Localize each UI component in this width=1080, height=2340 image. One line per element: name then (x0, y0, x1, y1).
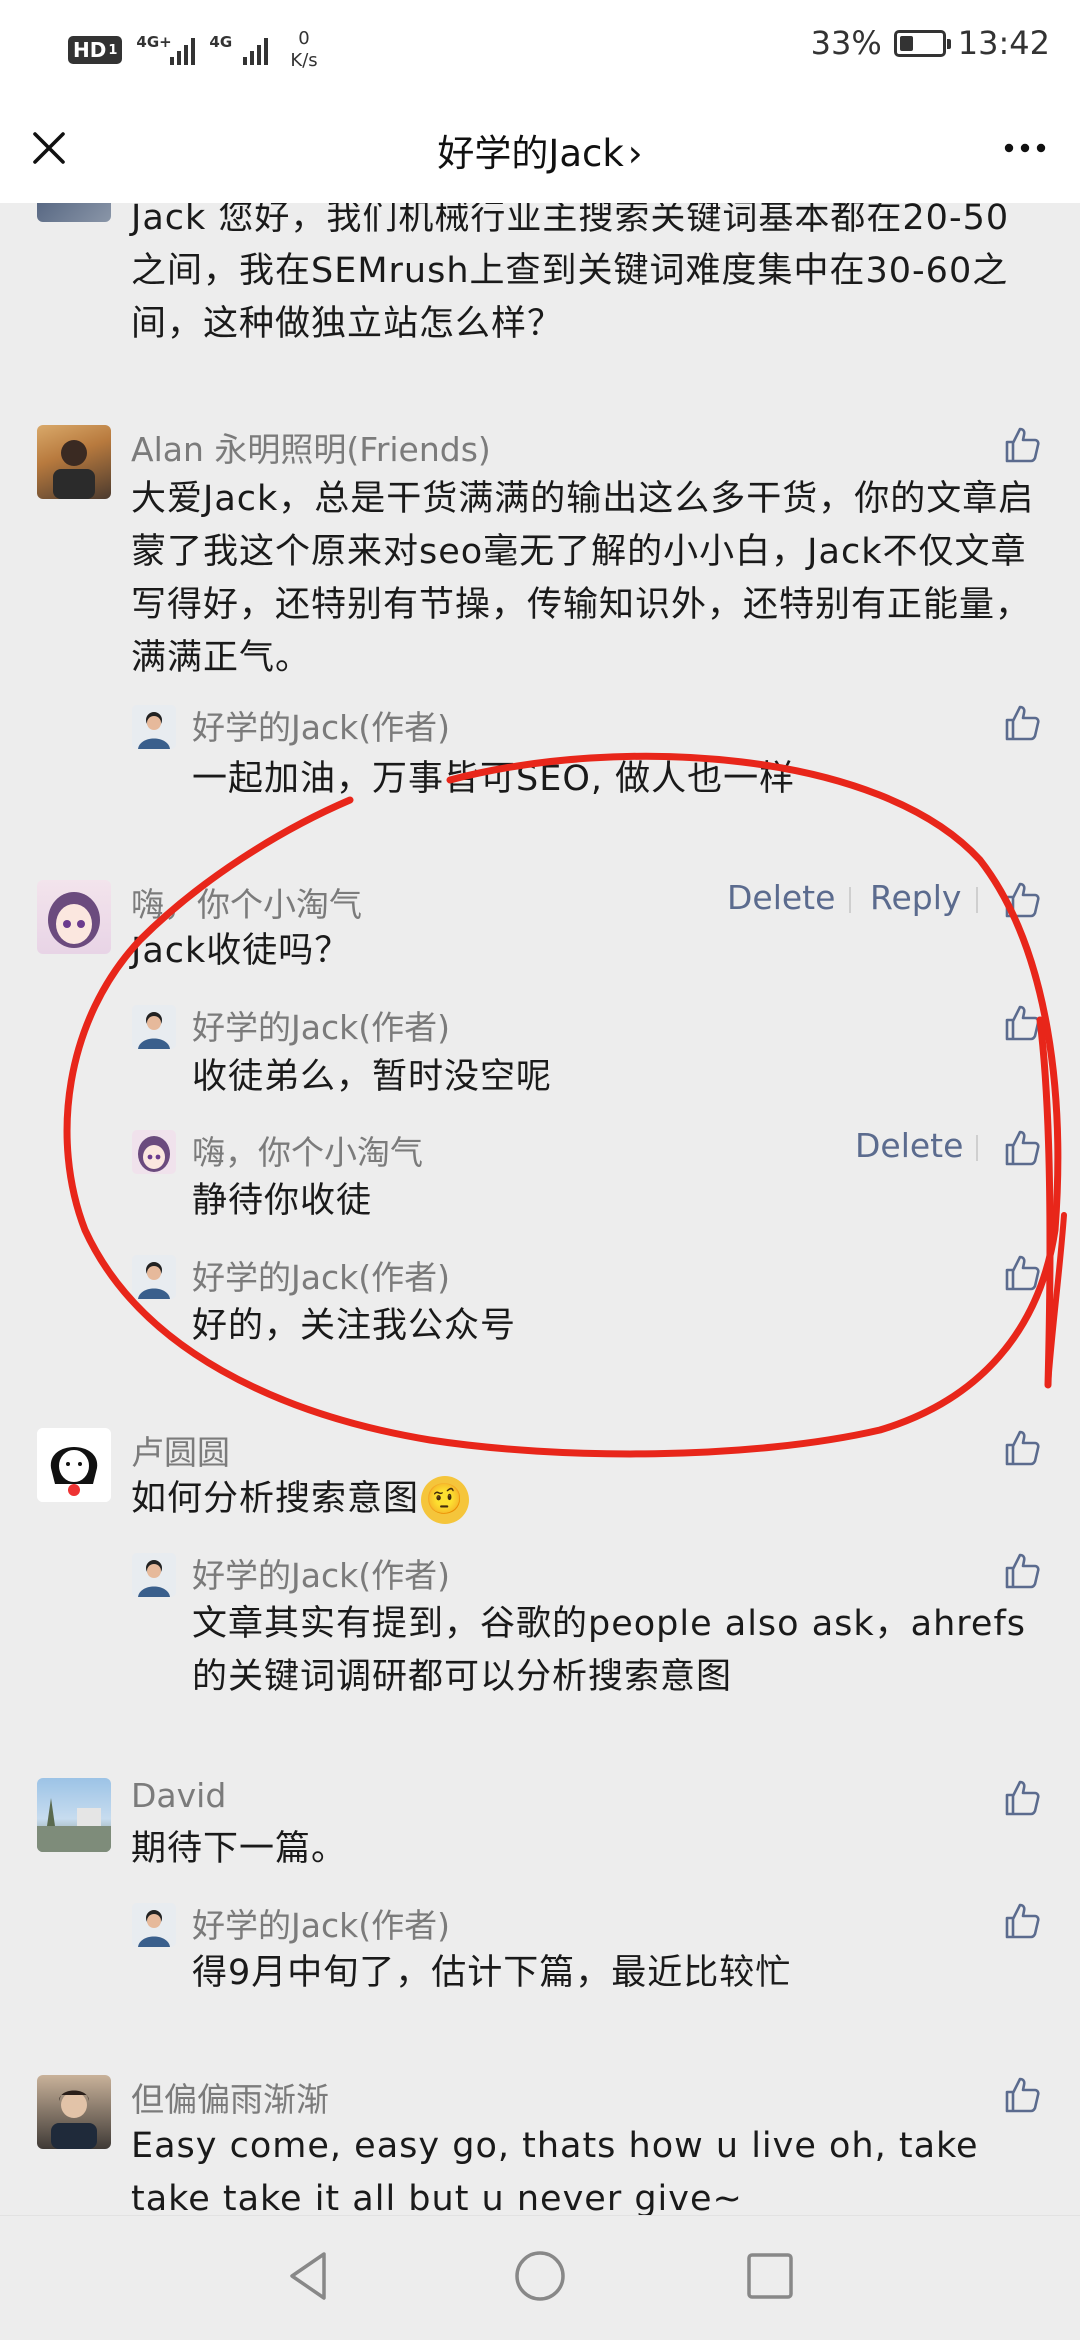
commenter-name[interactable]: David (131, 1776, 226, 1815)
commenter-name[interactable]: 但偏偏雨渐渐 (131, 2073, 329, 2121)
reply-text: 一起加油，万事皆可SEO, 做人也一样 (192, 759, 796, 799)
comment-list[interactable]: Jack 您好，我们机械行业主搜索关键词基本都在20-50之间，我在SEMrus… (0, 203, 1080, 2215)
author-avatar[interactable] (132, 1903, 176, 1947)
author-avatar-icon (132, 1553, 176, 1597)
avatar[interactable] (37, 880, 111, 954)
comment-text: 期待下一篇。 (131, 1829, 348, 1869)
avatar[interactable] (37, 425, 111, 499)
status-left: HD 1 4G+ 4G 0 K/s (68, 28, 318, 72)
net-speed: 0 K/s (290, 28, 317, 72)
divider (976, 887, 978, 913)
like-icon[interactable] (1002, 1551, 1042, 1591)
net-speed-unit: K/s (290, 50, 318, 71)
avatar-figure-icon (53, 440, 95, 499)
more-button[interactable] (1000, 123, 1050, 173)
clock: 13:42 (957, 24, 1050, 62)
author-avatar-icon (132, 1903, 176, 1947)
author-avatar[interactable] (132, 1005, 176, 1049)
like-icon[interactable] (1002, 1128, 1042, 1168)
status-bar: HD 1 4G+ 4G 0 K/s 33% 13:42 (0, 0, 1080, 95)
delete-button[interactable]: Delete (727, 878, 835, 917)
reply-author-name[interactable]: 好学的Jack(作者) (192, 1899, 450, 1947)
divider (976, 1135, 978, 1161)
like-icon[interactable] (1002, 425, 1042, 465)
author-avatar[interactable] (132, 705, 176, 749)
avatar[interactable] (37, 203, 111, 222)
back-triangle-icon[interactable] (280, 2246, 340, 2306)
comment-text: Jack收徒吗？ (131, 931, 351, 971)
like-icon[interactable] (1002, 880, 1042, 920)
author-avatar[interactable] (132, 1553, 176, 1597)
author-avatar[interactable] (132, 1255, 176, 1299)
like-icon[interactable] (1002, 1253, 1042, 1293)
net-speed-value: 0 (298, 28, 310, 49)
hd-sub-label: 1 (108, 42, 118, 58)
page-title-text: 好学的Jack (437, 132, 624, 175)
like-icon[interactable] (1002, 1003, 1042, 1043)
battery-icon (893, 29, 951, 57)
reply-author-name[interactable]: 嗨，你个小淘气 (192, 1126, 423, 1174)
reply-text: 静待你收徒 (192, 1181, 373, 1221)
reply-author-name[interactable]: 好学的Jack(作者) (192, 1549, 450, 1597)
reply-text: 得9月中旬了，估计下篇，最近比较忙 (192, 1953, 792, 1993)
avatar[interactable] (37, 1778, 111, 1852)
anime-avatar-icon (48, 892, 100, 948)
reply-text: 好的，关注我公众号 (192, 1306, 517, 1346)
signal-icon-2: 4G (209, 33, 269, 65)
avatar[interactable] (37, 1428, 111, 1502)
comment-text: Easy come, easy go, thats how u live oh,… (131, 2126, 979, 2215)
like-icon[interactable] (1002, 2075, 1042, 2115)
top-nav-bar: 好学的Jack › (0, 95, 1080, 203)
reply-author-name[interactable]: 好学的Jack(作者) (192, 1001, 450, 1049)
delete-button[interactable]: Delete (855, 1126, 963, 1165)
recents-square-icon[interactable] (740, 2246, 800, 2306)
system-nav-bar (0, 2215, 1080, 2340)
cartoon-avatar-icon (37, 1428, 111, 1502)
divider (849, 887, 851, 913)
comment-text: 如何分析搜索意图 🤨 (131, 1473, 1041, 1526)
signal1-label: 4G+ (136, 33, 172, 51)
commenter-name[interactable]: 卢圆圆 (131, 1426, 230, 1474)
reply-author-name[interactable]: 好学的Jack(作者) (192, 701, 450, 749)
battery-fill (899, 35, 913, 51)
hd-icon: HD 1 (68, 36, 123, 64)
reply-button[interactable]: Reply (870, 878, 961, 917)
like-icon[interactable] (1002, 1901, 1042, 1941)
like-icon[interactable] (1002, 703, 1042, 743)
author-avatar-icon (132, 705, 176, 749)
home-circle-icon[interactable] (510, 2246, 570, 2306)
signal2-label: 4G (209, 33, 233, 51)
reply-avatar[interactable] (132, 1130, 176, 1174)
chevron-right-icon: › (627, 132, 643, 175)
status-right: 33% 13:42 (811, 24, 1050, 62)
anime-avatar-icon (138, 1136, 170, 1172)
commenter-name[interactable]: Alan 永明照明(Friends) (131, 423, 491, 471)
hd-label: HD (73, 38, 107, 62)
commenter-name[interactable]: 嗨，你个小淘气 (131, 878, 362, 926)
comment-text: 大爱Jack，总是干货满满的输出这么多干货，你的文章启蒙了我这个原来对seo毫无… (131, 479, 1035, 678)
battery-percent: 33% (810, 24, 882, 62)
comment-text-body: 如何分析搜索意图 (131, 1479, 420, 1519)
comment-text: Jack 您好，我们机械行业主搜索关键词基本都在20-50之间，我在SEMrus… (131, 203, 1010, 344)
page-title[interactable]: 好学的Jack › (0, 123, 1080, 177)
author-avatar-icon (132, 1255, 176, 1299)
like-icon[interactable] (1002, 1428, 1042, 1468)
more-icon (1004, 143, 1046, 153)
signal-icon: 4G+ (136, 33, 196, 65)
author-avatar-icon (132, 1005, 176, 1049)
portrait-avatar-icon (51, 2090, 97, 2149)
avatar[interactable] (37, 2075, 111, 2149)
like-icon[interactable] (1002, 1778, 1042, 1818)
reply-author-name[interactable]: 好学的Jack(作者) (192, 1251, 450, 1299)
reply-text: 文章其实有提到，谷歌的people also ask，ahrefs的关键词调研都… (192, 1604, 1027, 1697)
reply-text: 收徒弟么，暂时没空呢 (192, 1057, 553, 1097)
thinking-emoji-icon: 🤨 (421, 1476, 470, 1524)
landscape-avatar-icon (37, 1798, 111, 1852)
